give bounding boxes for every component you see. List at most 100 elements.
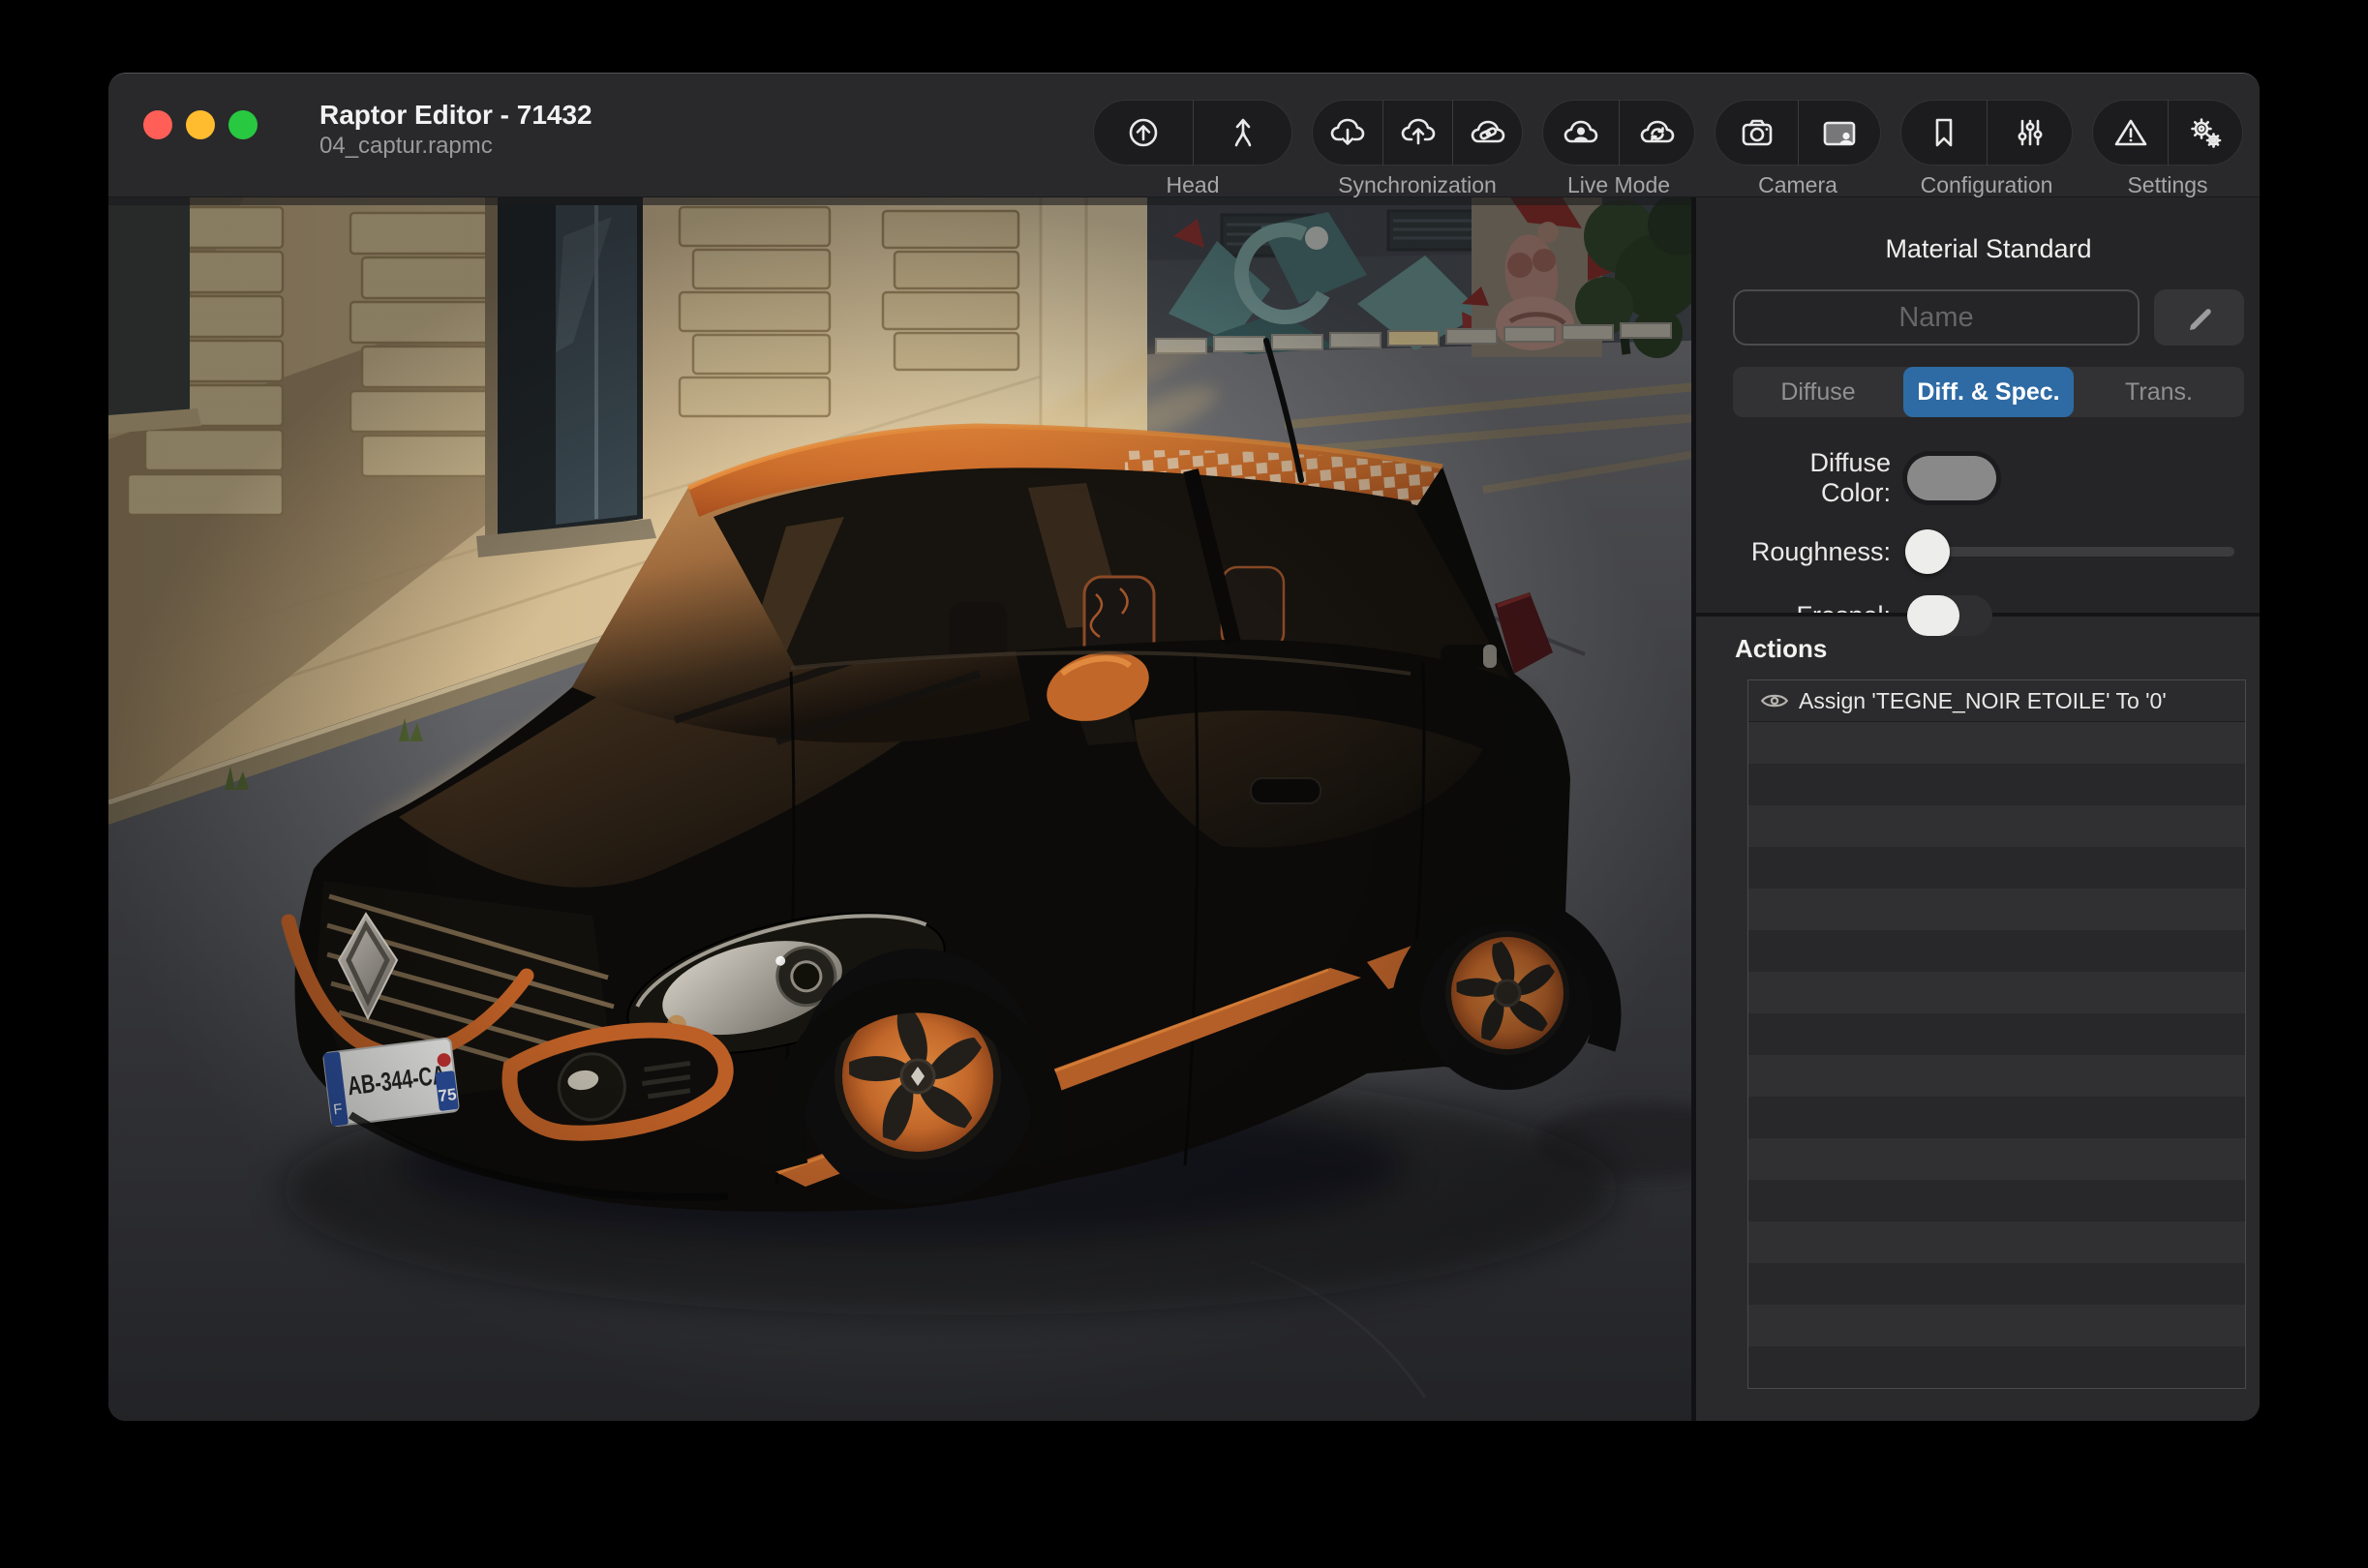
warnings-button[interactable] (2093, 100, 2168, 166)
toolbar-label: Camera (1758, 172, 1837, 198)
action-row-empty[interactable] (1748, 847, 2245, 889)
cloud-sync-icon (1638, 113, 1677, 152)
toolbar-group-head: Head (1093, 100, 1292, 198)
actions-title: Actions (1735, 634, 2246, 664)
window-title: Raptor Editor - 71432 (319, 99, 592, 132)
bookmark-button[interactable] (1901, 100, 1987, 166)
sliders-icon (2011, 113, 2049, 152)
material-mode-tabs: Diffuse Diff. & Spec. Trans. (1733, 367, 2244, 417)
action-row-empty[interactable] (1748, 972, 2245, 1013)
visibility-eye-icon[interactable] (1760, 691, 1789, 710)
warning-triangle-icon (2111, 113, 2150, 152)
fresnel-toggle-knob (1907, 595, 1959, 636)
cloud-link-button[interactable] (1452, 100, 1522, 166)
action-row-empty[interactable] (1748, 1346, 2245, 1388)
roughness-row: Roughness: (1733, 529, 2244, 574)
fresnel-toggle[interactable] (1907, 595, 1992, 636)
toolbar-label: Settings (2127, 172, 2207, 198)
roughness-slider-thumb[interactable] (1905, 529, 1950, 574)
diffuse-color-swatch[interactable] (1907, 456, 1996, 500)
toolbar-label: Synchronization (1338, 172, 1497, 198)
material-properties: Diffuse Color: Roughness: (1733, 448, 2244, 636)
action-row-empty[interactable] (1748, 1305, 2245, 1346)
action-row-assign[interactable]: Assign 'TEGNE_NOIR ETOILE' To '0' (1748, 680, 2245, 722)
zoom-button[interactable] (228, 110, 258, 139)
cloud-user-icon (1562, 113, 1600, 152)
toolbar-pill-configuration (1900, 100, 2073, 166)
main-area: F AB-344-CA 75 (108, 197, 2260, 1421)
actions-section: Actions Assign 'TEGNE_NOIR ETOILE' To '0… (1696, 617, 2260, 1421)
toolbar-group-configuration: Configuration (1900, 100, 2073, 198)
upload-circle-icon (1124, 113, 1163, 152)
toolbar-group-synchronization: Synchronization (1312, 100, 1523, 198)
tab-trans[interactable]: Trans. (2074, 367, 2244, 417)
pencil-icon (2183, 301, 2216, 334)
head-merge-button[interactable] (1193, 100, 1291, 166)
cloud-upload-icon (1399, 113, 1438, 152)
action-row-empty[interactable] (1748, 1263, 2245, 1305)
cloud-download-icon (1328, 113, 1367, 152)
traffic-lights (143, 110, 258, 139)
material-panel: Material Standard Diffuse Diff. & Spec. … (1691, 197, 2260, 1421)
close-button[interactable] (143, 110, 172, 139)
toolbar-pill-synchronization (1312, 100, 1523, 166)
action-row-empty[interactable] (1748, 1180, 2245, 1221)
render-viewport[interactable]: F AB-344-CA 75 (108, 197, 1691, 1421)
camera-icon (1738, 113, 1776, 152)
screen-user-button[interactable] (1798, 100, 1880, 166)
action-row-empty[interactable] (1748, 1221, 2245, 1263)
diffuse-color-label: Diffuse Color: (1733, 448, 1891, 508)
action-row-empty[interactable] (1748, 889, 2245, 930)
action-row-empty[interactable] (1748, 1013, 2245, 1055)
action-row-empty[interactable] (1748, 1097, 2245, 1138)
gears-icon (2186, 113, 2225, 152)
head-upload-button[interactable] (1094, 100, 1193, 166)
settings-button[interactable] (2168, 100, 2242, 166)
sliders-button[interactable] (1987, 100, 2072, 166)
bookmark-icon (1925, 113, 1963, 152)
toolbar-label: Head (1167, 172, 1220, 198)
material-name-row (1733, 289, 2244, 346)
tab-diff-and-spec[interactable]: Diff. & Spec. (1903, 367, 2074, 417)
window-filename: 04_captur.rapmc (319, 132, 592, 161)
action-row-label: Assign 'TEGNE_NOIR ETOILE' To '0' (1799, 688, 2167, 714)
minimize-button[interactable] (186, 110, 215, 139)
roughness-label: Roughness: (1733, 537, 1891, 567)
titlebar: Raptor Editor - 71432 04_captur.rapmc (108, 74, 2260, 197)
toolbar-group-live-mode: Live Mode (1542, 100, 1695, 198)
screen-user-icon (1820, 113, 1859, 152)
material-name-input[interactable] (1733, 289, 2140, 346)
toolbar: Head (1093, 100, 2243, 198)
vignette (108, 197, 1691, 1421)
action-row-empty[interactable] (1748, 1055, 2245, 1097)
action-row-empty[interactable] (1748, 1138, 2245, 1180)
roughness-slider[interactable] (1907, 529, 2234, 574)
toolbar-pill-live-mode (1542, 100, 1695, 166)
material-section: Material Standard Diffuse Diff. & Spec. … (1696, 197, 2260, 613)
title-block: Raptor Editor - 71432 04_captur.rapmc (319, 99, 592, 161)
action-row-empty[interactable] (1748, 722, 2245, 764)
action-row-empty[interactable] (1748, 764, 2245, 805)
actions-list: Assign 'TEGNE_NOIR ETOILE' To '0' (1747, 679, 2246, 1389)
toolbar-pill-settings (2092, 100, 2243, 166)
toolbar-pill-camera (1715, 100, 1881, 166)
toolbar-label: Live Mode (1567, 172, 1670, 198)
cloud-sync-button[interactable] (1619, 100, 1694, 166)
toolbar-label: Configuration (1921, 172, 2053, 198)
render-scene: F AB-344-CA 75 (108, 197, 1691, 1421)
cloud-download-button[interactable] (1313, 100, 1382, 166)
app-window: Raptor Editor - 71432 04_captur.rapmc (108, 73, 2260, 1421)
diffuse-color-row: Diffuse Color: (1733, 448, 2244, 508)
cloud-user-button[interactable] (1543, 100, 1619, 166)
material-title: Material Standard (1733, 234, 2244, 264)
camera-button[interactable] (1715, 100, 1798, 166)
action-row-empty[interactable] (1748, 930, 2245, 972)
tab-diffuse[interactable]: Diffuse (1733, 367, 1903, 417)
cloud-upload-button[interactable] (1382, 100, 1452, 166)
toolbar-group-camera: Camera (1715, 100, 1881, 198)
toolbar-pill-head (1093, 100, 1292, 166)
action-row-empty[interactable] (1748, 805, 2245, 847)
edit-name-button[interactable] (2154, 289, 2244, 346)
merge-arrow-icon (1224, 113, 1262, 152)
toolbar-group-settings: Settings (2092, 100, 2243, 198)
